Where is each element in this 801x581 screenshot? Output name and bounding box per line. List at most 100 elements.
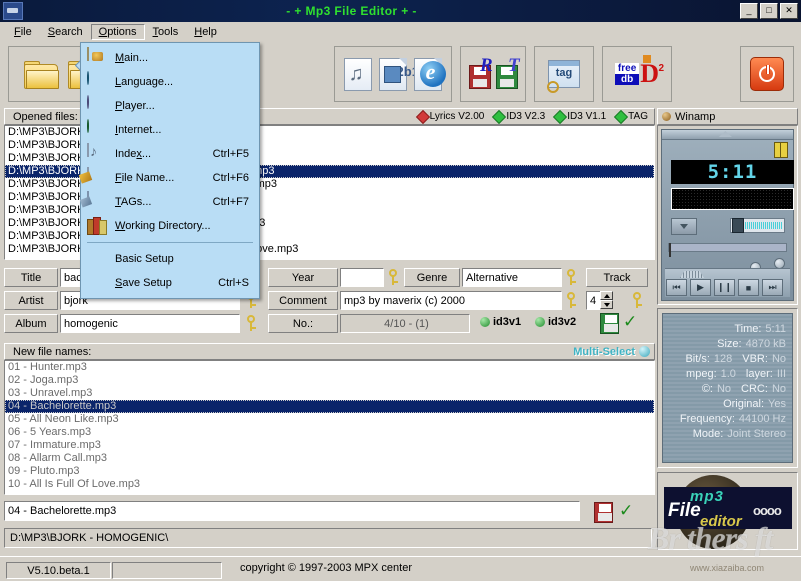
file-info-rows: Time: 5:11 Size: 4870 kB Bit/s: 128 VBR: No mpeg… [662, 313, 793, 463]
year-input[interactable] [340, 268, 384, 287]
info-value: 5:11 [765, 323, 786, 335]
menu-item-file-name[interactable]: File Name... Ctrl+F6 [78, 166, 259, 190]
album-label: Album [4, 314, 58, 333]
list-item[interactable]: 02 - Joga.mp3 [5, 374, 654, 387]
menu-item-basic-setup-label: Basic Setup [115, 253, 174, 265]
floppy-green-T-icon[interactable]: T [496, 55, 520, 93]
genre-key-icon[interactable] [565, 268, 578, 287]
list-item[interactable]: 09 - Pluto.mp3 [5, 465, 654, 478]
internet-explorer-icon[interactable] [414, 55, 446, 93]
comment-key-icon[interactable] [565, 291, 578, 310]
winamp-titlebar[interactable] [662, 130, 793, 140]
window-title: - + Mp3 File Editor + - [286, 4, 417, 18]
list-item[interactable]: 03 - Unravel.mp3 [5, 387, 654, 400]
mp3-file-editor-window: - + Mp3 File Editor + - _ □ ✕ File Searc… [0, 0, 801, 581]
track-key-icon[interactable] [631, 291, 644, 310]
id3v2-indicator-icon [535, 317, 545, 327]
close-button[interactable]: ✕ [780, 3, 798, 19]
options-dropdown-menu[interactable]: Main... Language... Player... Internet..… [78, 42, 260, 299]
comment-input[interactable]: mp3 by maverix (c) 2000 [340, 291, 562, 310]
power-icon[interactable] [749, 55, 785, 93]
pause-icon[interactable]: ❙❙ [714, 279, 735, 296]
music-page-icon[interactable] [343, 55, 372, 93]
year-key-icon[interactable] [387, 268, 400, 287]
winamp-seek-slider[interactable] [668, 243, 787, 257]
genre-input[interactable]: Alternative [462, 268, 562, 287]
info-key: Size: [717, 338, 742, 350]
tag-magnifier-icon[interactable]: tag [545, 55, 583, 93]
menu-file[interactable]: File [6, 24, 40, 40]
winamp-header: Winamp [657, 108, 798, 125]
window-controls: _ □ ✕ [740, 3, 798, 19]
list-item[interactable]: 08 - Allarm Call.mp3 [5, 452, 654, 465]
diamond-icon [553, 109, 568, 124]
open-folder-icon[interactable] [22, 55, 60, 93]
album-input[interactable]: homogenic [60, 314, 240, 333]
year-label: Year [268, 268, 338, 287]
list-item[interactable]: 06 - 5 Years.mp3 [5, 426, 654, 439]
track-quantity-stepper[interactable] [600, 291, 613, 310]
minimize-button[interactable]: _ [740, 3, 758, 19]
new-file-names-list[interactable]: 01 - Hunter.mp3 02 - Joga.mp3 03 - Unravel… [4, 360, 655, 495]
menu-item-working-directory[interactable]: Working Directory... [81, 214, 259, 238]
maximize-button[interactable]: □ [760, 3, 778, 19]
save-filename-floppy-icon[interactable] [594, 502, 613, 523]
winamp-logo-icon [662, 112, 671, 121]
list-item[interactable]: 01 - Hunter.mp3 [5, 361, 654, 374]
menu-item-player[interactable]: Player... [81, 94, 259, 118]
artist-label: Artist [4, 291, 58, 310]
apply-filename-check-icon[interactable]: ✓ [619, 502, 633, 519]
menu-item-working-directory-label: Working Directory... [115, 220, 211, 232]
menu-tools-label: ools [158, 25, 179, 38]
info-value: No [716, 383, 732, 395]
apply-tag-check-icon[interactable]: ✓ [623, 313, 637, 330]
menu-item-internet[interactable]: Internet... [81, 118, 259, 142]
winamp-clutterbar-icon[interactable] [774, 142, 788, 158]
previous-track-icon[interactable]: ⏮ [666, 279, 687, 296]
tag-flag-label: Lyrics V2.00 [429, 111, 485, 122]
play-icon[interactable]: ▶ [690, 279, 711, 296]
freedb-icon[interactable]: free db D 2 [611, 55, 664, 93]
file-info-row: mpeg: 1.0 layer: III [669, 367, 786, 382]
menu-search[interactable]: Search [40, 24, 91, 40]
toolbar-group-export: \u2b1a [334, 46, 452, 102]
menu-item-index[interactable]: Index... Ctrl+F5 [81, 142, 259, 166]
tag-format-flags: Lyrics V2.00 ID3 V2.3 ID3 V1.1 TAG [415, 109, 648, 124]
menu-item-language[interactable]: Language... [81, 70, 259, 94]
info-key-2: layer: [745, 368, 773, 380]
winamp-volume-slider[interactable] [730, 218, 785, 233]
multi-select-toggle[interactable]: Multi-Select [573, 346, 650, 358]
genre-label: Genre [404, 268, 460, 287]
list-item[interactable]: 05 - All Neon Like.mp3 [5, 413, 654, 426]
menu-separator [87, 242, 253, 243]
winamp-eq-button[interactable] [671, 218, 697, 235]
menu-help[interactable]: Help [186, 24, 225, 40]
file-info-row: ©: No CRC: No [669, 382, 786, 397]
menu-item-basic-setup[interactable]: Basic Setup [81, 247, 259, 271]
menu-item-tags[interactable]: TAGs... Ctrl+F7 [79, 190, 259, 214]
list-item[interactable]: 07 - Immature.mp3 [5, 439, 654, 452]
winamp-transport-buttons: ⏮ ▶ ❙❙ ■ ⏭ [666, 279, 783, 296]
menu-item-main[interactable]: Main... [81, 46, 259, 70]
album-key-icon[interactable] [245, 314, 258, 333]
id3v2-status-badge: id3v2 [535, 316, 576, 328]
globe-icon [87, 71, 107, 92]
stop-icon[interactable]: ■ [738, 279, 759, 296]
filename-input[interactable]: 04 - Bachelorette.mp3 [4, 501, 580, 521]
menu-item-language-label: Language... [115, 76, 174, 88]
id3v2-label: id3v2 [548, 316, 577, 328]
info-key-2: VBR: [742, 353, 768, 365]
winamp-visualizer[interactable] [671, 188, 794, 210]
toolbar-group-rename: R T [460, 46, 526, 102]
floppy-red-R-icon[interactable]: R [469, 55, 493, 93]
menu-tools[interactable]: Tools [145, 24, 187, 40]
toolbar-group-exit [740, 46, 794, 102]
save-tag-floppy-icon[interactable] [600, 313, 619, 334]
list-item[interactable]: 10 - All Is Full Of Love.mp3 [5, 478, 654, 491]
info-value: 1.0 [720, 368, 736, 380]
menu-item-save-setup[interactable]: Save Setup Ctrl+S [81, 271, 259, 295]
tag-page-icon[interactable]: \u2b1a [378, 55, 426, 93]
next-track-icon[interactable]: ⏭ [762, 279, 783, 296]
list-item[interactable]: 04 - Bachelorette.mp3 [5, 400, 654, 413]
menu-options[interactable]: Options [90, 23, 145, 40]
